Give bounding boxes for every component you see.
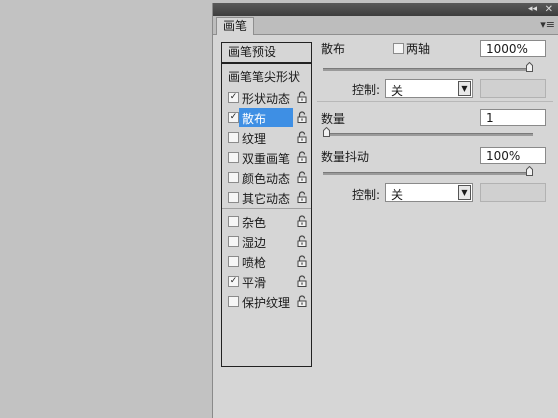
panel-titlebar: ◂◂ ✕ (213, 3, 558, 16)
tab-bar: 画笔 ▾≡ (213, 16, 558, 35)
scatter-label: 散布 (321, 42, 346, 56)
brush-panel: ◂◂ ✕ 画笔 ▾≡ 画笔预设 画笔笔尖形状 ✓ 形状动态 ✓ 散布 纹理 双重画笔 颜色动… (212, 3, 558, 418)
sidebar-item-checkbox[interactable]: ✓ (228, 112, 239, 123)
sidebar-item-checkbox[interactable] (228, 152, 239, 163)
lock-icon[interactable] (297, 215, 307, 227)
lock-icon[interactable] (297, 235, 307, 247)
tab-brush[interactable]: 画笔 (216, 17, 255, 35)
count-slider-knob[interactable] (323, 127, 330, 137)
sidebar-item-checkbox[interactable] (228, 256, 239, 267)
sidebar-item[interactable]: ✓ 散布 (222, 108, 311, 127)
collapse-icon[interactable]: ◂◂ (528, 4, 537, 15)
section-divider (317, 101, 553, 102)
count-slider-track[interactable] (323, 133, 533, 136)
lock-icon[interactable] (297, 255, 307, 267)
count-jitter-control-label: 控制: (352, 188, 381, 202)
sidebar-item-label: 形状动态 (242, 92, 291, 106)
sidebar-item[interactable]: 保护纹理 (222, 292, 311, 311)
count-jitter-value-field[interactable]: 100% (480, 147, 546, 164)
brush-options-list: 画笔预设 画笔笔尖形状 ✓ 形状动态 ✓ 散布 纹理 双重画笔 颜色动态 其它动态 杂色 湿边 喷枪… (221, 42, 312, 367)
sidebar-item-checkbox[interactable] (228, 296, 239, 307)
both-axes-checkbox[interactable] (393, 43, 404, 54)
sidebar-item-label: 颜色动态 (242, 172, 291, 186)
count-jitter-slider-knob[interactable] (526, 166, 533, 176)
count-jitter-slider-track[interactable] (323, 172, 533, 175)
panel-menu-icon[interactable]: ▾≡ (540, 19, 555, 30)
scatter-slider-track[interactable] (323, 68, 533, 71)
sidebar-item-label: 其它动态 (242, 192, 291, 206)
sidebar-item-label: 保护纹理 (242, 296, 291, 310)
sidebar-item[interactable]: 杂色 (222, 212, 311, 231)
lock-icon[interactable] (297, 295, 307, 307)
sidebar-item[interactable]: 颜色动态 (222, 168, 311, 187)
sidebar-item-label: 湿边 (242, 236, 267, 250)
sidebar-item[interactable]: 喷枪 (222, 252, 311, 271)
count-value-field[interactable]: 1 (480, 109, 546, 126)
sidebar-item[interactable]: ✓ 平滑 (222, 272, 311, 291)
count-jitter-control-value: 关 (391, 188, 404, 202)
sidebar-item-checkbox[interactable] (228, 192, 239, 203)
sidebar-item-checkbox[interactable]: ✓ (228, 92, 239, 103)
sidebar-item-label: 杂色 (242, 216, 267, 230)
scatter-slider-knob[interactable] (526, 62, 533, 72)
lock-icon[interactable] (297, 275, 307, 287)
sidebar-item[interactable]: 湿边 (222, 232, 311, 251)
sidebar-item-checkbox[interactable] (228, 236, 239, 247)
lock-icon[interactable] (297, 111, 307, 123)
chevron-down-icon[interactable]: ▼ (458, 185, 471, 200)
lock-icon[interactable] (297, 171, 307, 183)
sidebar-item-checkbox[interactable] (228, 172, 239, 183)
count-jitter-control-extra-field (480, 183, 546, 202)
list-separator (222, 208, 311, 209)
sidebar-item-checkbox[interactable] (228, 132, 239, 143)
scatter-control-extra-field (480, 79, 546, 98)
lock-icon[interactable] (297, 151, 307, 163)
sidebar-item-label: 喷枪 (242, 256, 267, 270)
scatter-value-field[interactable]: 1000% (480, 40, 546, 57)
sidebar-item-checkbox[interactable] (228, 216, 239, 227)
sidebar-item-checkbox[interactable]: ✓ (228, 276, 239, 287)
sidebar-item[interactable]: 双重画笔 (222, 148, 311, 167)
sidebar-item-label: 双重画笔 (242, 152, 291, 166)
count-jitter-label: 数量抖动 (321, 150, 370, 164)
lock-icon[interactable] (297, 91, 307, 103)
sidebar-item[interactable]: 纹理 (222, 128, 311, 147)
lock-icon[interactable] (297, 191, 307, 203)
brush-tip-shape-item[interactable]: 画笔笔尖形状 (228, 68, 300, 85)
count-jitter-control-select[interactable]: 关 ▼ (385, 183, 473, 202)
sidebar-item[interactable]: 其它动态 (222, 188, 311, 207)
scatter-control-label: 控制: (352, 83, 381, 97)
close-icon[interactable]: ✕ (545, 4, 553, 15)
sidebar-item-label: 纹理 (242, 132, 267, 146)
scatter-control-value: 关 (391, 84, 404, 98)
brush-presets-button[interactable]: 画笔预设 (222, 43, 311, 64)
scatter-control-select[interactable]: 关 ▼ (385, 79, 473, 98)
count-label: 数量 (321, 112, 346, 126)
sidebar-item-label: 平滑 (242, 276, 267, 290)
lock-icon[interactable] (297, 131, 307, 143)
both-axes-label: 两轴 (406, 42, 431, 56)
chevron-down-icon[interactable]: ▼ (458, 81, 471, 96)
sidebar-item[interactable]: ✓ 形状动态 (222, 88, 311, 107)
sidebar-item-label: 散布 (242, 112, 267, 126)
